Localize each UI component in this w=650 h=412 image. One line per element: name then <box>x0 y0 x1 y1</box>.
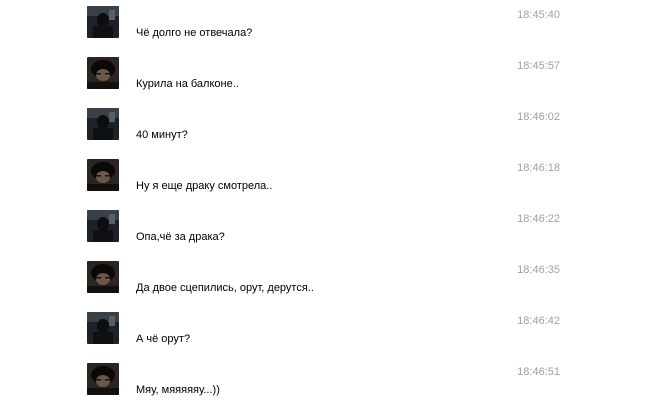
message-timestamp: 18:45:40 <box>517 9 560 21</box>
avatar[interactable] <box>87 261 119 293</box>
message-text: А чё орут? <box>136 333 191 345</box>
dark-portrait-avatar-icon <box>87 57 119 89</box>
message-row: Да двое сцепились, орут, дерутся.. 18:46… <box>0 255 650 305</box>
message-row: Ну я еще драку смотрела.. 18:46:18 <box>0 153 650 203</box>
message-timestamp: 18:46:02 <box>517 111 560 123</box>
message-text: 40 минут? <box>136 129 188 141</box>
message-timestamp: 18:46:35 <box>517 264 560 276</box>
message-text: Мяу, мяяяяяу...)) <box>136 384 220 396</box>
avatar[interactable] <box>87 57 119 89</box>
message-row: Мяу, мяяяяяу...)) 18:46:51 <box>0 357 650 407</box>
chat-history: Чё долго не отвечала? 18:45:40 Курила на… <box>0 0 650 412</box>
message-timestamp: 18:46:22 <box>517 213 560 225</box>
dark-portrait-avatar-icon <box>87 159 119 191</box>
dark-portrait-avatar-icon <box>87 312 119 344</box>
message-timestamp: 18:46:51 <box>517 366 560 378</box>
avatar[interactable] <box>87 159 119 191</box>
message-text: Да двое сцепились, орут, дерутся.. <box>136 282 314 294</box>
message-text: Опа,чё за драка? <box>136 231 225 243</box>
message-timestamp: 18:46:42 <box>517 315 560 327</box>
message-row: Опа,чё за драка? 18:46:22 <box>0 204 650 254</box>
message-timestamp: 18:45:57 <box>517 60 560 72</box>
message-text: Чё долго не отвечала? <box>136 27 253 39</box>
dark-portrait-avatar-icon <box>87 108 119 140</box>
dark-portrait-avatar-icon <box>87 261 119 293</box>
avatar[interactable] <box>87 312 119 344</box>
dark-portrait-avatar-icon <box>87 6 119 38</box>
message-text: Ну я еще драку смотрела.. <box>136 180 273 192</box>
message-text: Курила на балконе.. <box>136 78 239 90</box>
message-row: А чё орут? 18:46:42 <box>0 306 650 356</box>
message-row: Курила на балконе.. 18:45:57 <box>0 51 650 101</box>
message-timestamp: 18:46:18 <box>517 162 560 174</box>
avatar[interactable] <box>87 6 119 38</box>
avatar[interactable] <box>87 108 119 140</box>
avatar[interactable] <box>87 363 119 395</box>
dark-portrait-avatar-icon <box>87 210 119 242</box>
avatar[interactable] <box>87 210 119 242</box>
dark-portrait-avatar-icon <box>87 363 119 395</box>
message-row: Чё долго не отвечала? 18:45:40 <box>0 0 650 50</box>
message-row: 40 минут? 18:46:02 <box>0 102 650 152</box>
